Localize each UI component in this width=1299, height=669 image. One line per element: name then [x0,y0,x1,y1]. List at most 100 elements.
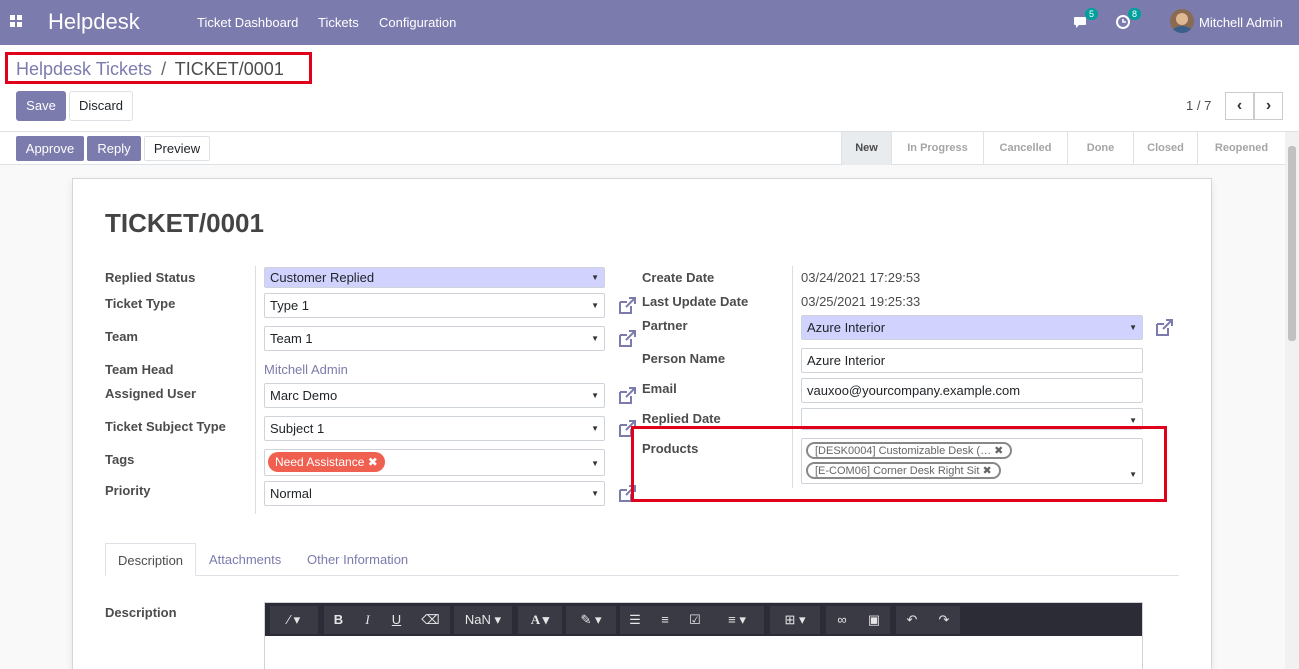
partner-label: Partner [642,318,688,333]
messages-count-badge: 5 [1085,8,1099,20]
table-dropdown[interactable]: ⊞ ▾ [770,606,820,634]
align-left-icon: ≡ ▾ [728,612,746,627]
editor-toolbar: ⁄ ▾ B I U ⌫ NaN ▾ A ▾ ✎ ▾ ☰ ≡ ☑ ≡ ▾ ⊞ ▾ … [265,603,1142,636]
ticket-type-select[interactable]: Type 1 ▼ [264,293,605,318]
partner-value: Azure Interior [807,320,886,335]
apps-grid-icon[interactable] [10,15,22,27]
tab-attachments[interactable]: Attachments [209,543,281,576]
save-button[interactable]: Save [16,91,66,121]
user-avatar[interactable] [1170,9,1194,33]
top-navbar: Helpdesk Ticket Dashboard Tickets Config… [0,0,1299,45]
undo-button[interactable]: ↶ [896,606,928,634]
font-color-icon: A ▾ [530,612,550,627]
link-button[interactable]: ∞ [826,606,858,634]
replied-status-select[interactable]: Customer Replied ▼ [264,267,605,288]
text-color-dropdown[interactable]: A ▾ [518,606,562,634]
list-ol-icon: ≡ [661,612,669,627]
stage-closed[interactable]: Closed [1133,132,1197,165]
priority-select[interactable]: Normal ▼ [264,481,605,506]
discard-button[interactable]: Discard [69,91,133,121]
text-color-group: A ▾ [518,606,562,634]
list-ul-icon: ☰ [629,612,641,627]
pager-next-button[interactable]: › [1254,92,1283,120]
partner-select[interactable]: Azure Interior ▼ [801,315,1143,340]
person-name-input[interactable]: Azure Interior [801,348,1143,373]
font-size-value: NaN [464,612,491,627]
caret-down-icon: ▼ [591,273,599,282]
italic-button[interactable]: I [353,606,382,634]
paragraph-align-dropdown[interactable]: ≡ ▾ [710,606,764,634]
bold-icon: B [333,612,344,627]
create-date-label: Create Date [642,270,715,285]
pager-previous-button[interactable]: ‹ [1225,92,1254,120]
menu-configuration[interactable]: Configuration [379,15,456,30]
tag-label: Need Assistance [275,455,365,469]
create-date-value: 03/24/2021 17:29:53 [801,270,921,285]
reply-button[interactable]: Reply [87,136,141,161]
stage-in-progress[interactable]: In Progress [891,132,983,165]
preview-button[interactable]: Preview [144,136,210,161]
unordered-list-button[interactable]: ☰ [620,606,650,634]
magic-wand-icon: ⁄ ▾ [287,612,301,627]
external-link-icon[interactable] [617,296,637,316]
eraser-button[interactable]: ⌫ [411,606,450,634]
image-button[interactable]: ▣ [858,606,890,634]
replied-date-label: Replied Date [642,411,721,426]
person-name-label: Person Name [642,351,726,366]
external-link-icon[interactable] [617,386,637,406]
menu-ticket-dashboard[interactable]: Ticket Dashboard [197,15,298,30]
table-icon: ⊞ ▾ [784,612,806,627]
caret-down-icon: ▾ [494,612,502,627]
pager-value[interactable]: 1 / 7 [1186,98,1211,113]
description-editor[interactable]: ⁄ ▾ B I U ⌫ NaN ▾ A ▾ ✎ ▾ ☰ ≡ ☑ ≡ ▾ ⊞ ▾ … [264,602,1143,669]
undo-icon: ↶ [906,612,918,627]
tab-other-information[interactable]: Other Information [307,543,408,576]
checklist-button[interactable]: ☑ [680,606,710,634]
chevron-right-icon: › [1265,97,1272,114]
ordered-list-button[interactable]: ≡ [650,606,680,634]
bold-button[interactable]: B [324,606,353,634]
form-statusbar: Approve Reply Preview New In Progress Ca… [0,132,1299,165]
ticket-type-value: Type 1 [270,298,310,313]
caret-down-icon: ▼ [591,334,599,343]
underline-button[interactable]: U [382,606,411,634]
caret-down-icon: ▼ [591,301,599,310]
team-select[interactable]: Team 1 ▼ [264,326,605,351]
external-link-icon[interactable] [617,329,637,349]
tag-need-assistance[interactable]: Need Assistance ✖ [268,452,385,472]
tags-label: Tags [105,452,135,467]
assigned-user-select[interactable]: Marc Demo ▼ [264,383,605,408]
checkbox-icon: ☑ [689,612,701,627]
magic-wand-dropdown[interactable]: ⁄ ▾ [270,606,318,634]
email-input[interactable]: vauxoo@yourcompany.example.com [801,378,1143,403]
tab-description[interactable]: Description [105,543,197,576]
replied-status-value: Customer Replied [270,270,375,285]
menu-tickets[interactable]: Tickets [318,15,359,30]
user-menu-name[interactable]: Mitchell Admin [1199,15,1283,30]
fill-color-dropdown[interactable]: ✎ ▾ [566,606,616,634]
stage-done[interactable]: Done [1067,132,1133,165]
caret-down-icon: ▼ [591,391,599,400]
caret-down-icon: ▼ [591,489,599,498]
stage-reopened[interactable]: Reopened [1197,132,1285,165]
team-head-label: Team Head [105,362,174,377]
replied-status-label: Replied Status [105,270,196,285]
redo-button[interactable]: ↷ [928,606,960,634]
ticket-subject-type-value: Subject 1 [270,421,325,436]
external-link-icon[interactable] [1154,318,1174,338]
ticket-subject-type-select[interactable]: Subject 1 ▼ [264,416,605,441]
insert-group: ∞ ▣ [826,606,890,634]
app-brand[interactable]: Helpdesk [48,9,140,35]
stage-new[interactable]: New [841,132,891,165]
table-group: ⊞ ▾ [770,606,820,634]
font-size-dropdown[interactable]: NaN ▾ [454,606,512,634]
stage-cancelled[interactable]: Cancelled [983,132,1067,165]
eraser-icon: ⌫ [421,612,440,627]
redo-icon: ↷ [938,612,950,627]
team-head-link[interactable]: Mitchell Admin [264,362,348,377]
approve-button[interactable]: Approve [16,136,84,161]
ticket-title: TICKET/0001 [105,208,264,238]
priority-value: Normal [270,486,312,501]
page-scrollbar[interactable] [1285,132,1299,669]
tag-remove-icon[interactable]: ✖ [368,455,378,469]
